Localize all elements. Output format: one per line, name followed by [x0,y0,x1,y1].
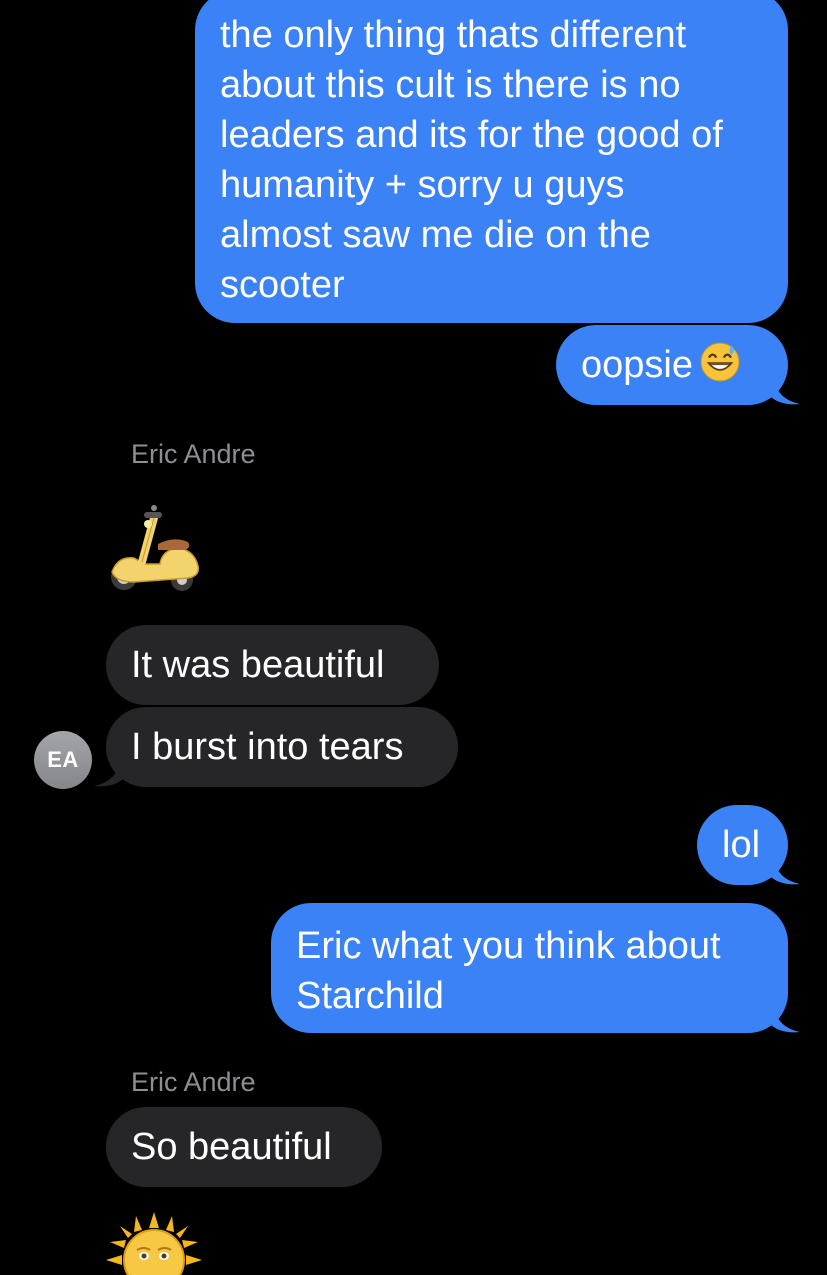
sun-with-face-icon [106,1212,202,1275]
incoming-message-bubble[interactable]: It was beautiful [106,625,439,705]
incoming-message-bubble[interactable]: I burst into tears [94,707,458,787]
message-text: oopsie [581,344,693,386]
bubble-tail [770,857,800,885]
message-text: I burst into tears [131,726,404,768]
contact-avatar[interactable]: EA [34,731,92,789]
avatar-initials: EA [47,747,79,772]
bubble-tail [94,759,124,787]
message-text: It was beautiful [131,644,385,686]
scooter-emoji-message[interactable] [104,500,204,600]
outgoing-message-bubble[interactable]: Eric what you think about Starchild [271,903,800,1033]
grinning-face-with-sweat-icon [700,342,740,382]
sender-name: Eric Andre [131,1067,256,1097]
message-text: So beautiful [131,1126,332,1168]
outgoing-message-bubble[interactable]: the only thing thats different about thi… [195,0,788,323]
sender-name: Eric Andre [131,439,256,469]
message-text: lol [722,824,761,866]
incoming-message-bubble[interactable]: So beautiful [106,1107,382,1187]
bubble-tail [770,1005,800,1033]
motor-scooter-icon [111,505,200,591]
outgoing-message-bubble[interactable]: oopsie [556,325,800,405]
message-text: the only thing thats different about thi… [220,14,723,306]
message-text: Eric what you think about Starchild [296,925,721,1017]
sun-emoji-message[interactable] [104,1210,204,1275]
outgoing-message-bubble[interactable]: lol [697,805,800,885]
bubble-tail [770,377,800,405]
